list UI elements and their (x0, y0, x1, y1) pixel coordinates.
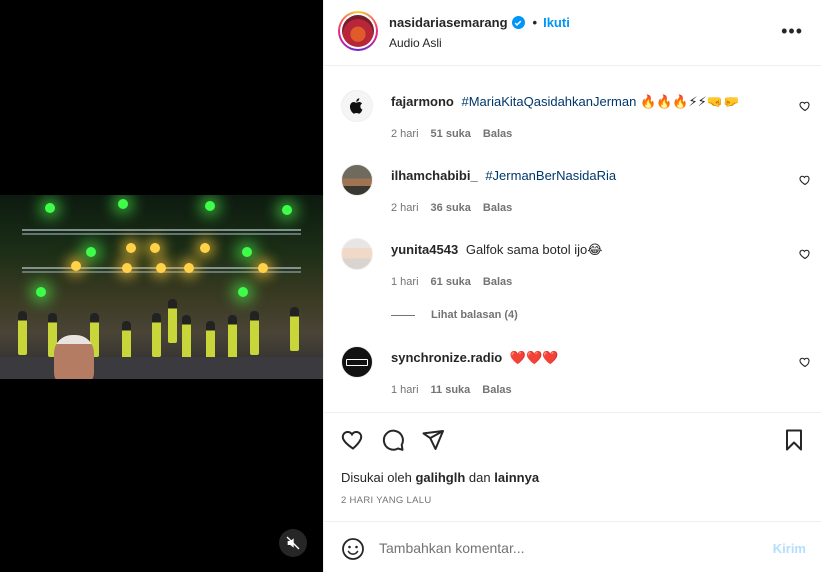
stage-light (242, 247, 252, 257)
comment-input[interactable] (379, 537, 759, 559)
performer (290, 307, 299, 351)
stage-light (45, 203, 55, 213)
audio-link[interactable]: Audio Asli (389, 36, 442, 50)
performer (152, 313, 161, 357)
comment-likes[interactable]: 36 suka (431, 202, 471, 214)
author-username[interactable]: nasidariasemarang (389, 15, 508, 30)
view-replies-button[interactable]: Lihat balasan (4) (391, 309, 518, 321)
like-comment-heart-icon[interactable] (799, 248, 811, 260)
comment-time[interactable]: 1 hari (391, 276, 419, 288)
post-panel: nasidariasemarang • Ikuti Audio Asli •••… (323, 0, 821, 572)
comment-likes[interactable]: 61 suka (431, 276, 471, 288)
comment-bubble-icon[interactable] (381, 428, 405, 452)
stage-light (238, 287, 248, 297)
audience-head (54, 335, 94, 379)
stage-light (282, 205, 292, 215)
comment-username[interactable]: fajarmono (391, 94, 454, 109)
liked-by-others[interactable]: lainnya (494, 470, 539, 485)
like-comment-heart-icon[interactable] (799, 356, 811, 368)
like-comment-heart-icon[interactable] (799, 174, 811, 186)
share-send-icon[interactable] (421, 428, 445, 452)
replies-divider (391, 314, 415, 316)
stage-light (86, 247, 96, 257)
comment-username[interactable]: synchronize.radio (391, 350, 502, 365)
comment-likes[interactable]: 51 suka (431, 128, 471, 140)
performer (228, 315, 237, 359)
view-replies-label: Lihat balasan (4) (431, 309, 518, 321)
stage-light (118, 199, 128, 209)
comment-body: Galfok sama botol ijo😂 (465, 242, 603, 257)
author-avatar[interactable] (338, 11, 378, 51)
performer (182, 315, 191, 359)
performer (18, 311, 27, 355)
like-heart-icon[interactable] (341, 428, 365, 452)
author-line: nasidariasemarang • Ikuti (389, 15, 570, 30)
hashtag-link[interactable]: #JermanBerNasidaRia (485, 168, 616, 183)
post-actions: Disukai oleh galihglh dan lainnya 2 HARI… (324, 412, 821, 522)
comment-emoji: ❤️❤️❤️ (509, 350, 559, 365)
separator-dot: • (532, 15, 538, 30)
comment-text: ilhamchabibi_ #JermanBerNasidaRia (391, 167, 786, 185)
comment-username[interactable]: yunita4543 (391, 242, 458, 257)
reply-button[interactable]: Balas (483, 128, 512, 140)
reply-button[interactable]: Balas (483, 276, 512, 288)
follow-button[interactable]: Ikuti (543, 15, 570, 30)
add-comment-bar: Kirim (324, 521, 821, 572)
post-comment-button[interactable]: Kirim (773, 541, 806, 556)
comments-list: fajarmono #MariaKitaQasidahkanJerman 🔥🔥🔥… (324, 66, 821, 412)
stage-light (150, 243, 160, 253)
apple-logo-icon (349, 98, 363, 114)
commenter-avatar[interactable] (341, 164, 373, 196)
performer (250, 311, 259, 355)
liked-by-conj: dan (468, 470, 491, 485)
stage-light (71, 261, 81, 271)
emoji-smiley-icon[interactable] (341, 537, 365, 561)
comment-emoji: 🔥🔥🔥⚡⚡🤜🤛 (639, 94, 740, 109)
comment-likes[interactable]: 11 suka (431, 384, 471, 396)
stage-truss (22, 229, 301, 235)
liked-by-line: Disukai oleh galihglh dan lainnya (341, 470, 539, 485)
comment-time[interactable]: 2 hari (391, 202, 419, 214)
verified-badge-icon (511, 16, 525, 29)
reply-button[interactable]: Balas (483, 202, 512, 214)
reply-button[interactable]: Balas (482, 384, 511, 396)
comment-text: synchronize.radio ❤️❤️❤️ (391, 349, 786, 367)
comment-time[interactable]: 1 hari (391, 384, 419, 396)
stage-light (36, 287, 46, 297)
commenter-avatar[interactable] (341, 90, 373, 122)
like-comment-heart-icon[interactable] (799, 100, 811, 112)
performer (168, 299, 177, 343)
comment-time[interactable]: 2 hari (391, 128, 419, 140)
speaker-muted-icon (286, 536, 300, 550)
comment-text: yunita4543 Galfok sama botol ijo😂 (391, 241, 786, 259)
post-header: nasidariasemarang • Ikuti Audio Asli ••• (324, 0, 821, 66)
post-date[interactable]: 2 HARI YANG LALU (341, 495, 432, 506)
mute-button[interactable] (279, 529, 307, 557)
stage-floor (0, 357, 323, 379)
stage-light (156, 263, 166, 273)
stage-light (205, 201, 215, 211)
video-player[interactable] (0, 0, 323, 572)
liked-by-user[interactable]: galihglh (415, 470, 465, 485)
liked-by-prefix: Disukai oleh (341, 470, 412, 485)
stage-light (258, 263, 268, 273)
commenter-avatar[interactable] (341, 238, 373, 270)
hashtag-link[interactable]: #MariaKitaQasidahkanJerman (461, 94, 636, 109)
commenter-avatar[interactable] (341, 346, 373, 378)
more-options-icon[interactable]: ••• (781, 22, 803, 40)
comment-meta: 1 hari 11 suka Balas (391, 384, 512, 396)
comment-username[interactable]: ilhamchabibi_ (391, 168, 478, 183)
stage-light (184, 263, 194, 273)
stage-light (200, 243, 210, 253)
stage-light (126, 243, 136, 253)
stage-light (122, 263, 132, 273)
save-bookmark-icon[interactable] (782, 428, 806, 452)
video-frame[interactable] (0, 195, 323, 379)
comment-meta: 1 hari 61 suka Balas (391, 276, 512, 288)
comment-meta: 2 hari 51 suka Balas (391, 128, 512, 140)
comment-text: fajarmono #MariaKitaQasidahkanJerman 🔥🔥🔥… (391, 93, 786, 111)
comment-meta: 2 hari 36 suka Balas (391, 202, 512, 214)
